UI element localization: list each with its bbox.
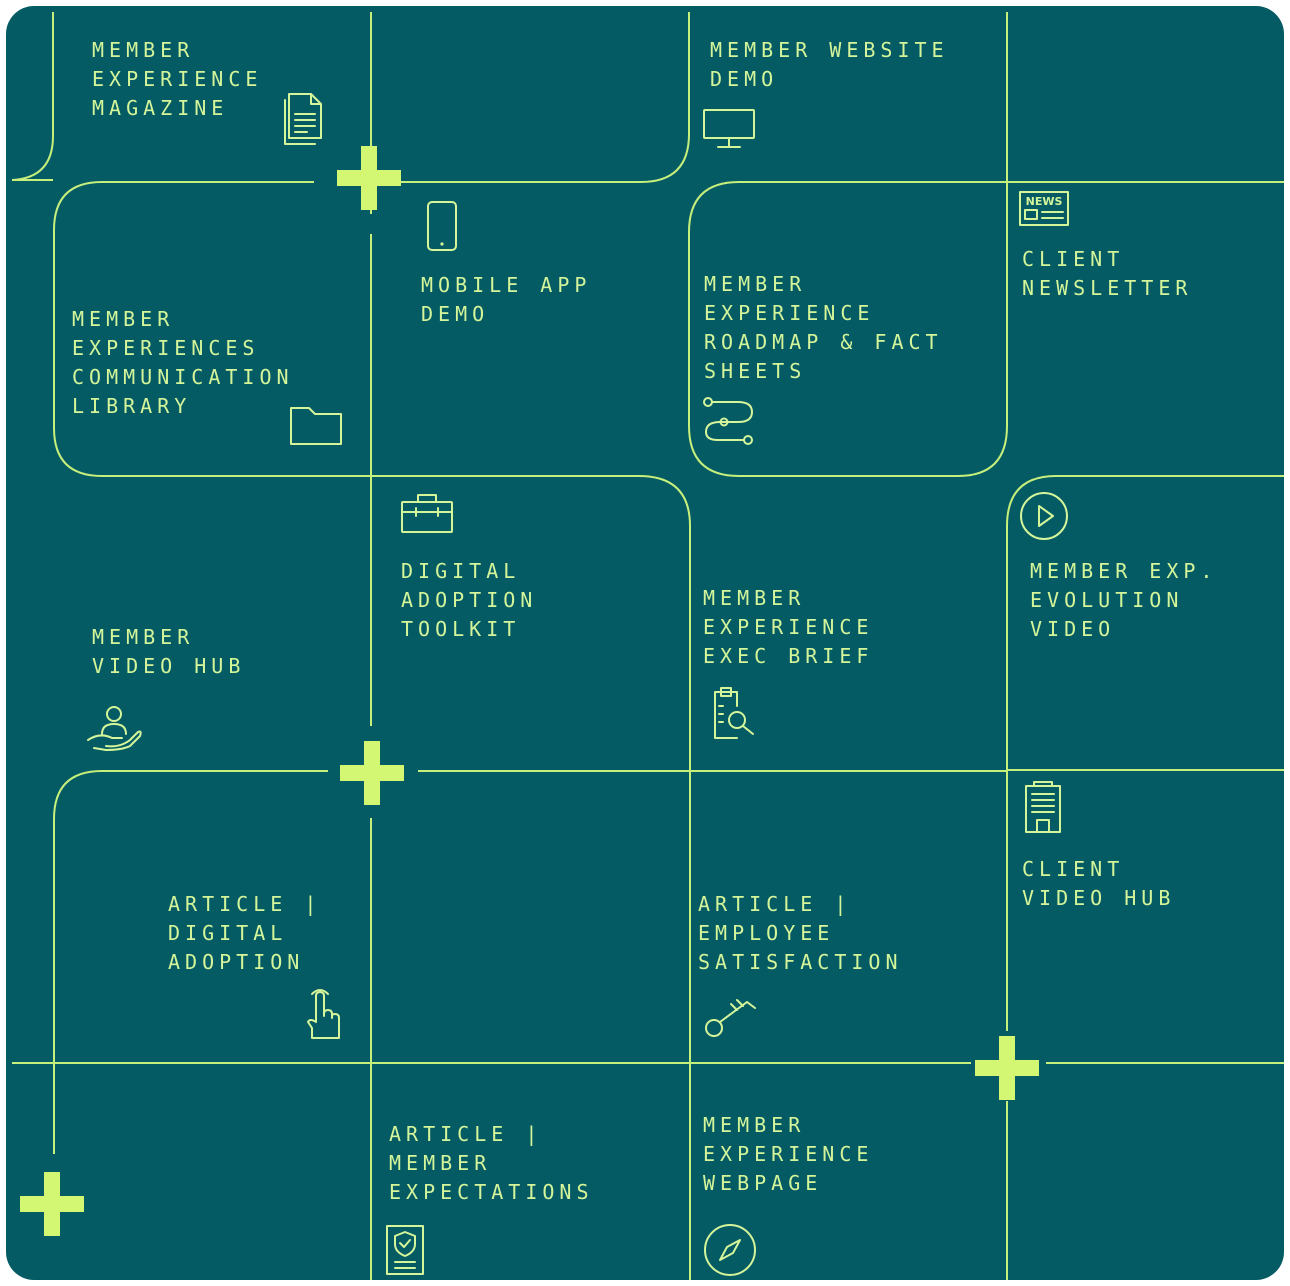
tile-article-member-expectations[interactable]: ARTICLE | MEMBER EXPECTATIONS	[389, 1120, 594, 1207]
pointer-hand-icon	[302, 988, 346, 1046]
smartphone-icon	[425, 200, 459, 254]
tile-member-website-demo[interactable]: MEMBER WEBSITE DEMO	[710, 36, 949, 94]
monitor-icon	[702, 108, 756, 152]
tile-exec-brief[interactable]: MEMBER EXPERIENCE EXEC BRIEF	[703, 584, 873, 671]
hand-user-icon	[86, 702, 144, 752]
plus-marker	[20, 1172, 84, 1236]
tile-member-experience-magazine[interactable]: MEMBER EXPERIENCE MAGAZINE	[92, 36, 262, 123]
tile-evolution-video[interactable]: MEMBER EXP. EVOLUTION VIDEO	[1030, 557, 1217, 644]
tile-client-video-hub[interactable]: CLIENT VIDEO HUB	[1022, 855, 1175, 913]
svg-text:NEWS: NEWS	[1026, 195, 1063, 208]
play-circle-icon	[1018, 490, 1070, 542]
tile-article-employee-satisfaction[interactable]: ARTICLE | EMPLOYEE SATISFACTION	[698, 890, 903, 977]
clipboard-search-icon	[705, 686, 761, 742]
tile-mobile-app-demo[interactable]: MOBILE APP DEMO	[421, 271, 591, 329]
shield-document-icon	[383, 1222, 427, 1278]
tile-member-experience-webpage[interactable]: MEMBER EXPERIENCE WEBPAGE	[703, 1111, 873, 1198]
plus-marker	[340, 741, 404, 805]
plus-marker	[975, 1036, 1039, 1100]
folder-icon	[289, 404, 345, 448]
briefcase-icon	[400, 492, 456, 536]
document-icon	[283, 92, 327, 146]
route-icon	[700, 394, 758, 448]
plus-marker	[337, 146, 401, 210]
building-icon	[1022, 780, 1066, 836]
key-icon	[703, 994, 759, 1040]
compass-icon	[702, 1222, 758, 1278]
tile-article-digital-adoption[interactable]: ARTICLE | DIGITAL ADOPTION	[168, 890, 321, 977]
news-icon: NEWS	[1018, 190, 1072, 228]
tile-client-newsletter[interactable]: CLIENT NEWSLETTER	[1022, 245, 1192, 303]
tile-member-video-hub[interactable]: MEMBER VIDEO HUB	[92, 623, 245, 681]
tile-digital-adoption-toolkit[interactable]: DIGITAL ADOPTION TOOLKIT	[401, 557, 537, 644]
tile-communication-library[interactable]: MEMBER EXPERIENCES COMMUNICATION LIBRARY	[72, 305, 294, 421]
tile-roadmap-fact-sheets[interactable]: MEMBER EXPERIENCE ROADMAP & FACT SHEETS	[704, 270, 943, 386]
